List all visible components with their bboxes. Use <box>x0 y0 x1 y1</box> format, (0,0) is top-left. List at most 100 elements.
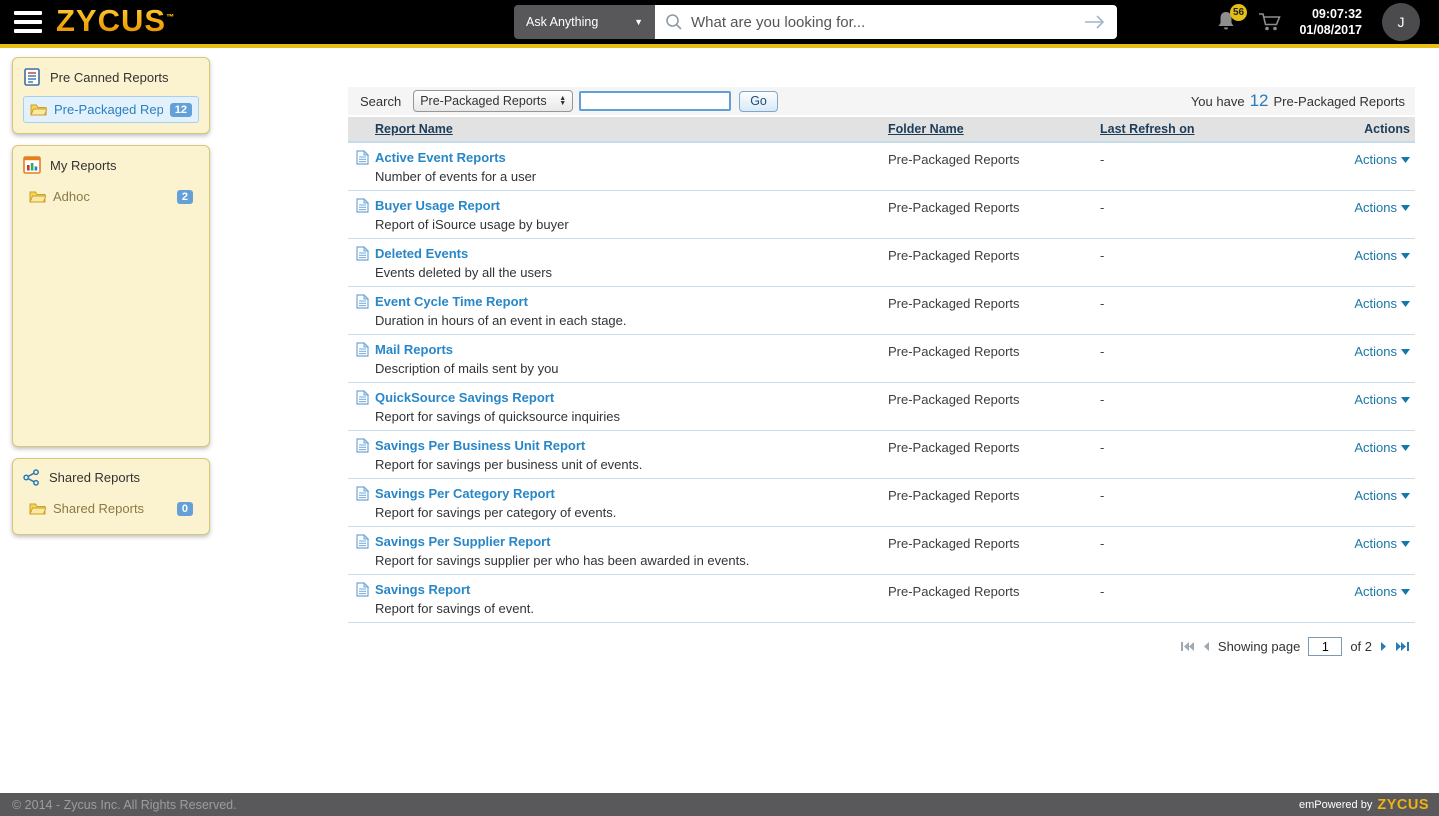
actions-menu-button[interactable]: Actions <box>1354 248 1410 263</box>
report-description: Report of iSource usage by buyer <box>375 217 569 232</box>
report-count-badge: 0 <box>176 501 193 516</box>
panel-title: Pre Canned Reports <box>50 69 169 85</box>
column-header-folder-name[interactable]: Folder Name <box>888 122 1100 136</box>
reports-main-area: Search Pre-Packaged Reports ▲ ▼ Go You ha… <box>348 48 1415 656</box>
actions-menu-button[interactable]: Actions <box>1354 488 1410 503</box>
report-doc-icon <box>356 246 369 261</box>
report-search-input[interactable] <box>579 91 732 111</box>
last-refresh-cell: - <box>1100 440 1105 455</box>
report-link[interactable]: QuickSource Savings Report <box>375 390 554 405</box>
folder-icon <box>29 191 46 202</box>
last-refresh-cell: - <box>1100 584 1105 599</box>
table-row: Savings Report Report for savings of even… <box>348 575 1415 623</box>
actions-menu-button[interactable]: Actions <box>1354 344 1410 359</box>
actions-label: Actions <box>1354 440 1397 455</box>
pagination-label: Showing page <box>1217 639 1301 654</box>
global-search-input[interactable] <box>691 13 1083 31</box>
report-count-badge: 12 <box>169 102 192 117</box>
top-navigation-bar: ZYCUS™ Ask Anything ▼ 56 <box>0 0 1439 44</box>
reports-sidebar: Pre Canned Reports Pre-Packaged Repo... … <box>12 57 210 546</box>
actions-menu-button[interactable]: Actions <box>1354 152 1410 167</box>
report-link[interactable]: Savings Per Business Unit Report <box>375 438 585 453</box>
actions-label: Actions <box>1354 488 1397 503</box>
report-link[interactable]: Savings Report <box>375 582 470 597</box>
report-description: Number of events for a user <box>375 169 537 184</box>
shared-reports-panel: Shared Reports Shared Reports 0 <box>12 458 210 535</box>
summary-prefix: You have <box>1190 93 1245 109</box>
table-row: Event Cycle Time Report Duration in hours… <box>348 287 1415 335</box>
actions-label: Actions <box>1354 248 1397 263</box>
report-description: Report for savings per category of event… <box>375 505 617 520</box>
search-icon <box>666 14 682 30</box>
actions-caret-icon <box>1401 492 1410 499</box>
folder-name-cell: Pre-Packaged Reports <box>888 296 1020 311</box>
select-stepper-icon: ▲ ▼ <box>559 95 567 107</box>
report-link[interactable]: Mail Reports <box>375 342 453 357</box>
folder-name-cell: Pre-Packaged Reports <box>888 200 1020 215</box>
report-link[interactable]: Savings Per Supplier Report <box>375 534 551 549</box>
search-submit-arrow-icon[interactable] <box>1083 14 1107 30</box>
go-button[interactable]: Go <box>739 90 778 112</box>
ask-anything-dropdown[interactable]: Ask Anything ▼ <box>514 5 655 39</box>
page-footer: © 2014 - Zycus Inc. All Rights Reserved.… <box>0 793 1439 816</box>
page-number-input[interactable] <box>1308 637 1343 656</box>
my-reports-panel: My Reports Adhoc 2 <box>12 145 210 447</box>
next-page-icon[interactable] <box>1380 641 1388 652</box>
sidebar-item-pre-packaged-reports[interactable]: Pre-Packaged Repo... 12 <box>23 96 199 123</box>
report-link[interactable]: Event Cycle Time Report <box>375 294 528 309</box>
folder-name-cell: Pre-Packaged Reports <box>888 392 1020 407</box>
last-refresh-cell: - <box>1100 536 1105 551</box>
notification-count-badge: 56 <box>1230 4 1247 21</box>
folder-name-cell: Pre-Packaged Reports <box>888 584 1020 599</box>
report-link[interactable]: Buyer Usage Report <box>375 198 500 213</box>
sidebar-item-adhoc[interactable]: Adhoc 2 <box>23 184 199 209</box>
table-row: Savings Per Business Unit Report Report f… <box>348 431 1415 479</box>
actions-caret-icon <box>1401 300 1410 307</box>
report-link[interactable]: Savings Per Category Report <box>375 486 555 501</box>
actions-menu-button[interactable]: Actions <box>1354 584 1410 599</box>
table-row: QuickSource Savings Report Report for sav… <box>348 383 1415 431</box>
actions-caret-icon <box>1401 396 1410 403</box>
actions-label: Actions <box>1354 536 1397 551</box>
pagination-bar: Showing page of 2 <box>348 637 1415 656</box>
folder-name-cell: Pre-Packaged Reports <box>888 248 1020 263</box>
actions-menu-button[interactable]: Actions <box>1354 392 1410 407</box>
report-description: Duration in hours of an event in each st… <box>375 313 627 328</box>
actions-menu-button[interactable]: Actions <box>1354 200 1410 215</box>
column-header-last-refresh[interactable]: Last Refresh on <box>1100 122 1310 136</box>
hamburger-menu-icon[interactable] <box>14 11 42 33</box>
actions-menu-button[interactable]: Actions <box>1354 296 1410 311</box>
panel-title: My Reports <box>50 157 117 173</box>
actions-caret-icon <box>1401 204 1410 211</box>
folder-name-cell: Pre-Packaged Reports <box>888 488 1020 503</box>
report-link[interactable]: Deleted Events <box>375 246 468 261</box>
report-link[interactable]: Active Event Reports <box>375 150 506 165</box>
selected-folder-option: Pre-Packaged Reports <box>420 94 547 108</box>
last-refresh-cell: - <box>1100 200 1105 215</box>
user-avatar[interactable]: J <box>1382 3 1420 41</box>
table-header-row: Report Name Folder Name Last Refresh on … <box>348 117 1415 143</box>
search-label: Search <box>360 93 402 109</box>
notifications-bell-icon[interactable]: 56 <box>1216 4 1247 37</box>
report-description: Report for savings of quicksource inquir… <box>375 409 620 424</box>
actions-caret-icon <box>1401 540 1410 547</box>
sidebar-item-shared-reports[interactable]: Shared Reports 0 <box>23 496 199 521</box>
actions-menu-button[interactable]: Actions <box>1354 536 1410 551</box>
table-row: Active Event Reports Number of events for… <box>348 143 1415 191</box>
sidebar-item-label: Shared Reports <box>53 501 145 516</box>
table-row: Savings Per Category Report Report for sa… <box>348 479 1415 527</box>
actions-label: Actions <box>1354 200 1397 215</box>
actions-menu-button[interactable]: Actions <box>1354 440 1410 455</box>
table-row: Savings Per Supplier Report Report for sa… <box>348 527 1415 575</box>
search-folder-select[interactable]: Pre-Packaged Reports ▲ ▼ <box>413 90 574 112</box>
cart-icon[interactable] <box>1258 13 1282 37</box>
actions-label: Actions <box>1354 392 1397 407</box>
column-header-actions: Actions <box>1364 122 1410 136</box>
report-doc-icon <box>356 294 369 309</box>
column-header-report-name[interactable]: Report Name <box>348 122 888 136</box>
previous-page-icon[interactable] <box>1202 641 1210 652</box>
last-page-icon[interactable] <box>1396 641 1410 652</box>
first-page-icon[interactable] <box>1180 641 1194 652</box>
clock-datetime: 09:07:32 01/08/2017 <box>1288 6 1362 38</box>
actions-label: Actions <box>1354 344 1397 359</box>
